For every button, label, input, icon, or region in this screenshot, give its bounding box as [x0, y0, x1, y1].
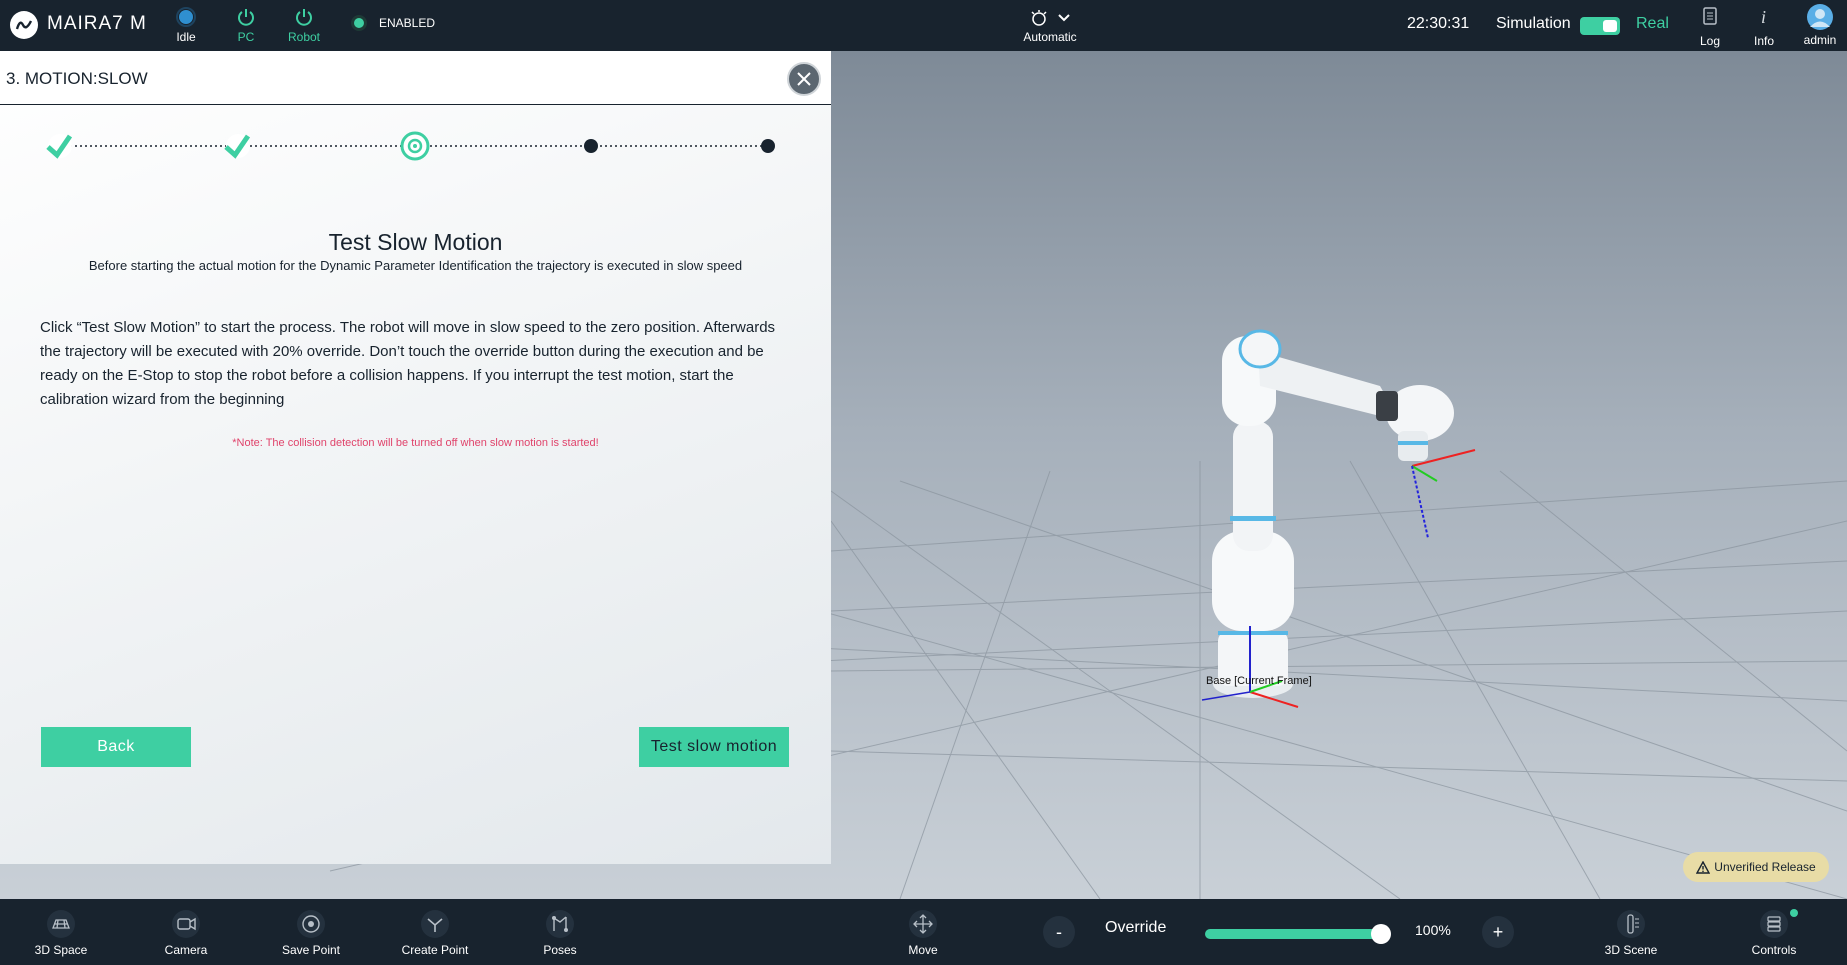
override-decrease-button[interactable]: - [1043, 916, 1075, 948]
close-icon [797, 72, 811, 86]
user-label: admin [1803, 33, 1837, 47]
move-icon [909, 910, 937, 938]
robot-label: Robot [287, 30, 321, 44]
avatar [1807, 4, 1833, 30]
tool-frame-axes [1411, 449, 1476, 539]
mode-label: Automatic [1023, 30, 1077, 44]
save-point-label: Save Point [281, 943, 341, 957]
app-title: MAIRA7 M [47, 13, 147, 34]
panel-title: 3. MOTION:SLOW [6, 69, 148, 88]
robot-arm-model[interactable] [1212, 329, 1454, 698]
real-label: Real [1636, 15, 1669, 32]
move-label: Move [908, 943, 938, 957]
step-4-pending-icon [584, 139, 598, 153]
step-2-done-icon [224, 134, 251, 159]
poses-label: Poses [543, 943, 577, 957]
simulation-label: Simulation [1496, 15, 1571, 32]
controls-icon [1760, 910, 1788, 938]
move-button[interactable]: Move [878, 909, 968, 957]
calibration-wizard-panel: 3. MOTION:SLOW Test Slow Motion Before s… [0, 51, 831, 864]
3d-scene-label: 3D Scene [1604, 943, 1658, 957]
3d-space-button[interactable]: 3D Space [16, 909, 106, 957]
back-button[interactable]: Back [41, 727, 191, 767]
enabled-label: ENABLED [379, 16, 436, 30]
pc-power-icon [238, 9, 254, 26]
close-button[interactable] [787, 62, 821, 96]
log-icon [1703, 7, 1717, 25]
unverified-release-badge: Unverified Release [1683, 852, 1829, 882]
enabled-status[interactable]: ENABLED [351, 15, 435, 31]
bottom-toolbar: 3D Space Camera Save Point Create Point … [0, 899, 1847, 965]
camera-label: Camera [164, 943, 208, 957]
step-title: Test Slow Motion [328, 229, 503, 255]
step-progress [46, 131, 775, 161]
idle-label: Idle [176, 30, 196, 44]
panel-header: 3. MOTION:SLOW [0, 51, 831, 105]
top-bar: MAIRA7 M Idle PC Robot ENABLED Automatic… [0, 0, 1847, 51]
mode-selector[interactable]: Automatic [1020, 6, 1080, 44]
chevron-down-icon [1058, 14, 1070, 22]
enabled-dot-icon [351, 15, 367, 31]
save-point-icon [297, 910, 325, 938]
log-label: Log [1699, 34, 1721, 48]
step-subtitle: Before starting the actual motion for th… [88, 258, 743, 273]
controls-label: Controls [1751, 943, 1797, 957]
unverified-release-label: Unverified Release [1714, 860, 1816, 874]
warning-icon [1696, 860, 1711, 874]
robot-status[interactable]: Robot [274, 6, 334, 44]
3d-scene-button[interactable]: 3D Scene [1586, 909, 1676, 957]
save-point-button[interactable]: Save Point [266, 909, 356, 957]
create-point-button[interactable]: Create Point [390, 909, 480, 957]
user-button[interactable]: admin [1790, 4, 1847, 47]
step-3-current-icon [400, 131, 430, 161]
step-instructions: Click “Test Slow Motion” to start the pr… [40, 319, 776, 408]
idle-status[interactable]: Idle [156, 6, 216, 44]
override-label: Override [1105, 919, 1167, 936]
info-icon: i [1761, 7, 1766, 27]
3d-scene-icon [1617, 910, 1645, 938]
step-1-done-icon [46, 134, 73, 159]
create-point-icon [421, 910, 449, 938]
camera-button[interactable]: Camera [141, 909, 231, 957]
idle-dot-icon [176, 7, 196, 27]
robot-power-icon [296, 9, 312, 26]
poses-icon [546, 910, 574, 938]
pc-status[interactable]: PC [216, 6, 276, 44]
collision-note: *Note: The collision detection will be t… [232, 437, 599, 449]
override-increase-button[interactable]: + [1482, 916, 1514, 948]
info-label: Info [1753, 34, 1774, 48]
camera-icon [172, 910, 200, 938]
test-slow-motion-button[interactable]: Test slow motion [639, 727, 789, 767]
base-frame-label: Base [Current Frame] [1206, 675, 1312, 687]
log-button[interactable]: Log [1680, 4, 1740, 48]
toggle-knob [1603, 20, 1617, 32]
svg-text:i: i [1761, 7, 1766, 27]
app-logo-icon [10, 11, 38, 39]
override-value: 100% [1415, 922, 1451, 938]
create-point-label: Create Point [401, 943, 469, 957]
override-slider-thumb[interactable] [1371, 924, 1391, 944]
3d-space-icon [47, 910, 75, 938]
controls-status-dot [1790, 909, 1798, 917]
controls-button[interactable]: Controls [1729, 909, 1819, 957]
info-button[interactable]: i Info [1734, 4, 1794, 48]
3d-space-label: 3D Space [34, 943, 88, 957]
poses-button[interactable]: Poses [515, 909, 605, 957]
simulation-real-toggle[interactable] [1580, 17, 1620, 35]
step-5-pending-icon [761, 139, 775, 153]
automatic-mode-icon [1031, 10, 1047, 26]
override-slider[interactable] [1205, 924, 1391, 944]
pc-label: PC [237, 30, 255, 44]
clock: 22:30:31 [1407, 15, 1470, 32]
